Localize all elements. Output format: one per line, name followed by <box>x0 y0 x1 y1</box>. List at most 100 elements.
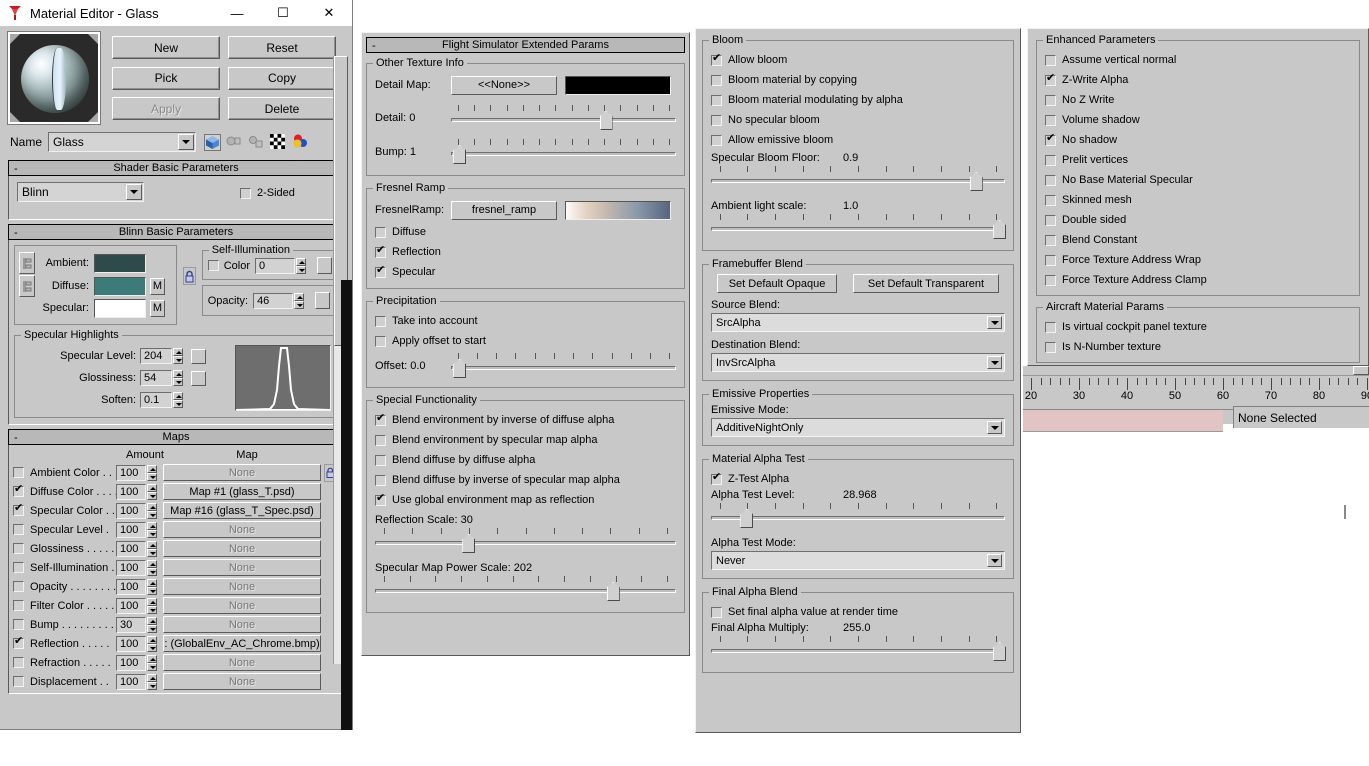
bloom-item-checkbox[interactable] <box>711 74 722 86</box>
slider-knob[interactable] <box>606 582 620 601</box>
spinner-arrows[interactable] <box>173 370 183 386</box>
time-track-bar[interactable] <box>1023 410 1223 432</box>
checker-background-icon[interactable] <box>270 133 287 151</box>
enhanced-param-item-checkbox[interactable] <box>1045 194 1056 206</box>
specular-level-value[interactable]: 204 <box>140 348 172 364</box>
self-illum-value[interactable]: 0 <box>255 257 295 274</box>
spinner-arrows[interactable] <box>147 540 157 557</box>
collapse-icon[interactable]: - <box>14 432 18 444</box>
map-amount-value[interactable]: 100 <box>116 597 146 614</box>
opacity-value[interactable]: 46 <box>253 292 294 309</box>
rollout-header-shader-basic[interactable]: - Shader Basic Parameters <box>8 160 344 176</box>
rollout-header-fsx[interactable]: - Flight Simulator Extended Params <box>366 37 685 53</box>
emissive-mode-select[interactable]: AdditiveNightOnly <box>711 418 1005 437</box>
diffuse-map-button[interactable]: M <box>150 277 165 295</box>
slider-track[interactable] <box>711 649 1005 653</box>
slider-knob[interactable] <box>993 220 1007 239</box>
map-amount-value[interactable]: 30 <box>116 616 146 633</box>
apply-offset-checkbox[interactable] <box>375 335 386 347</box>
spinner-arrows[interactable] <box>147 616 157 633</box>
enhanced-param-item-checkbox[interactable] <box>1045 114 1056 126</box>
glossiness-map-button[interactable] <box>191 370 206 386</box>
self-illum-color-checkbox[interactable] <box>207 260 219 271</box>
map-amount-value[interactable]: 100 <box>116 502 146 519</box>
spinner-arrows[interactable] <box>147 502 157 519</box>
opacity-map-button[interactable] <box>315 292 331 309</box>
map-amount-value[interactable]: 100 <box>116 483 146 500</box>
reset-button[interactable]: Reset <box>228 36 336 59</box>
map-slot-button[interactable]: None <box>163 597 321 614</box>
alpha-test-level-slider[interactable] <box>711 503 1005 529</box>
slider-knob[interactable] <box>993 642 1007 661</box>
spinner-arrows[interactable] <box>147 635 157 652</box>
reflection-scale-slider[interactable] <box>375 528 676 554</box>
specular-map-button[interactable]: M <box>150 299 165 317</box>
z-test-alpha-checkbox[interactable] <box>711 471 722 485</box>
diffuse-lock-icon[interactable] <box>19 275 35 297</box>
map-enabled-checkbox[interactable] <box>13 657 24 668</box>
spinner-arrows[interactable] <box>294 292 305 309</box>
map-amount-value[interactable]: 100 <box>116 578 146 595</box>
copy-button[interactable]: Copy <box>228 66 336 90</box>
map-amount-value[interactable]: 100 <box>116 540 146 557</box>
bloom-item-checkbox[interactable] <box>711 134 722 146</box>
map-enabled-checkbox[interactable] <box>13 502 24 516</box>
map-amount-spinner[interactable]: 100 <box>116 559 157 576</box>
enhanced-param-item-checkbox[interactable] <box>1045 234 1056 246</box>
ambient-light-scale-slider[interactable] <box>711 214 1007 240</box>
map-enabled-checkbox[interactable] <box>13 635 24 649</box>
enhanced-param-item-checkbox[interactable] <box>1045 274 1056 286</box>
enhanced-param-item-checkbox[interactable] <box>1045 174 1056 186</box>
map-amount-value[interactable]: 100 <box>116 654 146 671</box>
spinner-arrows[interactable] <box>173 348 183 364</box>
slider-track[interactable] <box>711 227 1005 231</box>
time-ruler[interactable]: 20 30 40 50 60 70 80 90 <box>1023 376 1369 410</box>
ambient-lock-icon[interactable] <box>19 252 35 274</box>
map-amount-spinner[interactable]: 100 <box>116 464 157 481</box>
bloom-item-checkbox[interactable] <box>711 52 722 66</box>
delete-button[interactable]: Delete <box>228 97 336 121</box>
bloom-item-checkbox[interactable] <box>711 94 722 106</box>
collapse-icon[interactable]: - <box>14 163 18 175</box>
lock-icon[interactable] <box>182 267 196 285</box>
map-enabled-checkbox[interactable] <box>13 619 24 630</box>
spinner-arrows[interactable] <box>147 559 157 576</box>
slider-track[interactable] <box>375 541 676 545</box>
spinner-arrows[interactable] <box>147 654 157 671</box>
slider-track[interactable] <box>451 366 676 370</box>
spinner-arrows[interactable] <box>147 521 157 538</box>
map-amount-value[interactable]: 100 <box>116 673 146 690</box>
new-button[interactable]: New <box>112 36 220 59</box>
set-final-alpha-checkbox[interactable] <box>711 606 722 618</box>
map-slot-button[interactable]: None <box>163 521 321 538</box>
enhanced-param-item-checkbox[interactable] <box>1045 214 1056 226</box>
map-enabled-checkbox[interactable] <box>13 676 24 687</box>
map-enabled-checkbox[interactable] <box>13 467 24 478</box>
specular-color-swatch[interactable] <box>94 298 146 318</box>
map-amount-spinner[interactable]: 100 <box>116 502 157 519</box>
bump-slider[interactable] <box>451 139 676 165</box>
map-enabled-checkbox[interactable] <box>13 543 24 554</box>
fresnel-ramp-gradient-swatch[interactable] <box>565 200 671 220</box>
timeline-scrollbar[interactable] <box>1023 366 1369 376</box>
slider-track[interactable] <box>711 516 1005 520</box>
chevron-down-icon[interactable] <box>178 134 195 150</box>
slider-knob[interactable] <box>740 509 754 528</box>
maximize-button[interactable]: ☐ <box>260 0 306 26</box>
map-amount-spinner[interactable]: 100 <box>116 597 157 614</box>
map-slot-button[interactable]: None <box>163 616 321 633</box>
close-button[interactable]: ✕ <box>306 0 352 26</box>
two-sided-checkbox[interactable] <box>240 187 251 199</box>
bloom-item-checkbox[interactable] <box>711 114 722 126</box>
slider-knob[interactable] <box>969 172 983 191</box>
material-name-combo[interactable]: Glass <box>48 132 197 152</box>
spinner-arrows[interactable] <box>147 464 157 481</box>
scrollbar-button[interactable] <box>1353 366 1369 375</box>
fresnel-specular-checkbox[interactable] <box>375 264 386 278</box>
enhanced-param-item-checkbox[interactable] <box>1045 54 1056 66</box>
map-amount-spinner[interactable]: 100 <box>116 521 157 538</box>
specular-bloom-floor-slider[interactable] <box>711 166 1005 192</box>
specular-power-scale-slider[interactable] <box>375 576 676 602</box>
slider-track[interactable] <box>711 179 1005 183</box>
slider-knob[interactable] <box>453 359 467 378</box>
